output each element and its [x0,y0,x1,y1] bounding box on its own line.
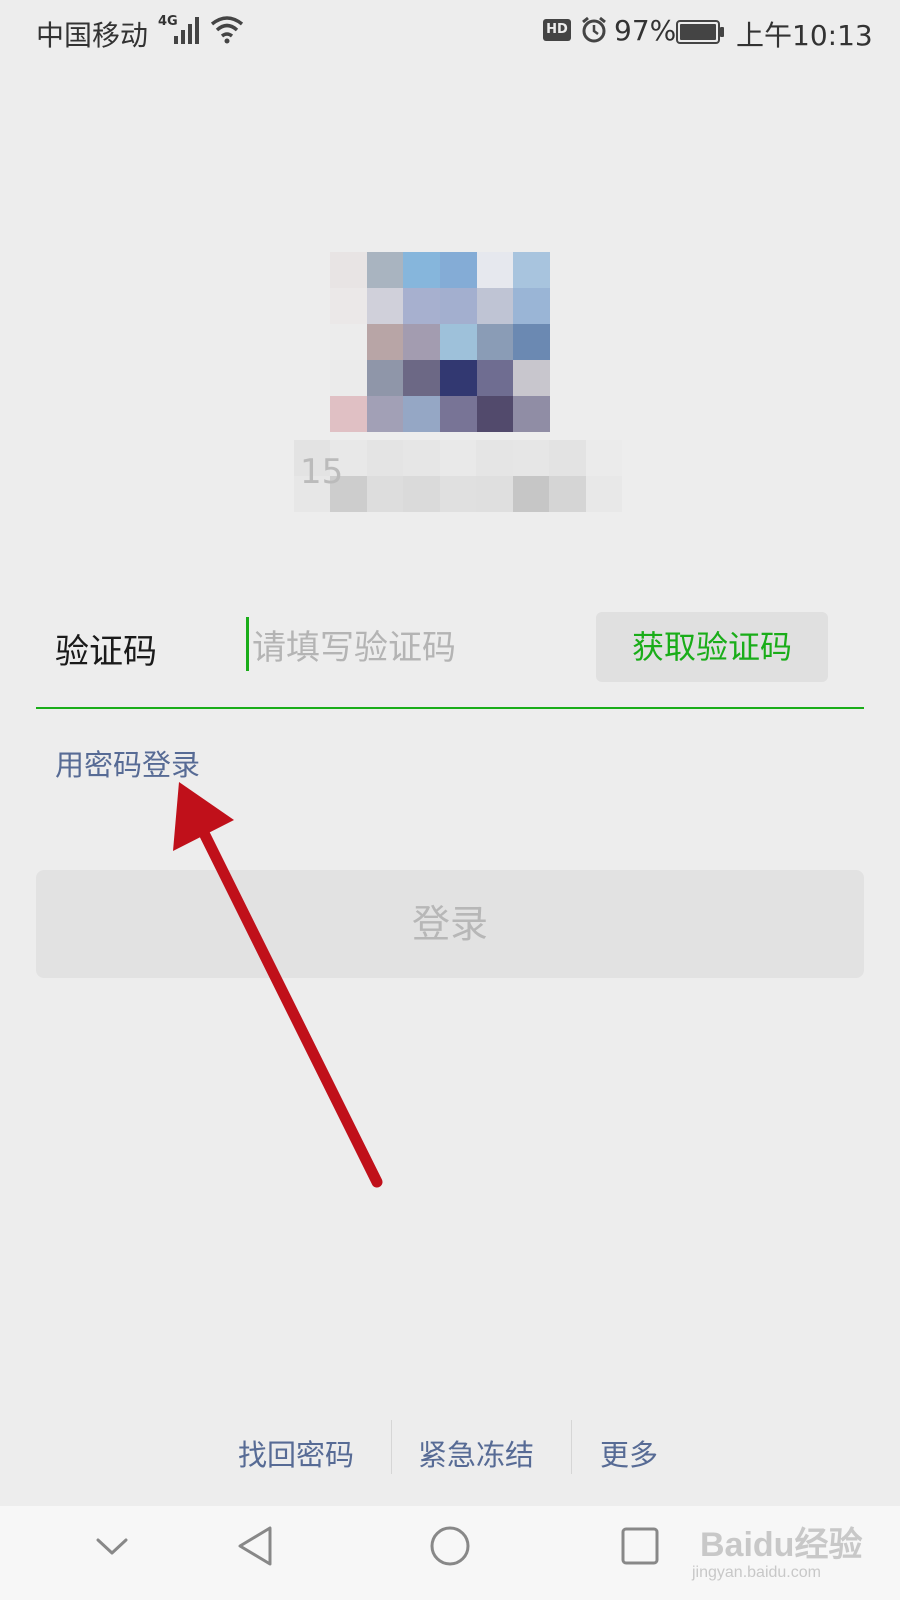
home-circle-icon[interactable] [428,1524,472,1568]
bottom-links: 找回密码 紧急冻结 更多 [0,1420,900,1480]
emergency-freeze-link[interactable]: 紧急冻结 [418,1432,534,1474]
more-link[interactable]: 更多 [600,1432,658,1474]
separator [571,1420,572,1474]
annotation-arrow [173,782,383,1188]
separator [391,1420,392,1474]
recover-password-link[interactable]: 找回密码 [238,1432,354,1474]
back-triangle-icon[interactable] [236,1524,276,1568]
chevron-down-icon[interactable] [94,1534,130,1558]
recents-square-icon[interactable] [620,1526,660,1566]
watermark-brand: Baidu经验 [700,1526,863,1564]
watermark-url: jingyan.baidu.com [692,1564,821,1581]
